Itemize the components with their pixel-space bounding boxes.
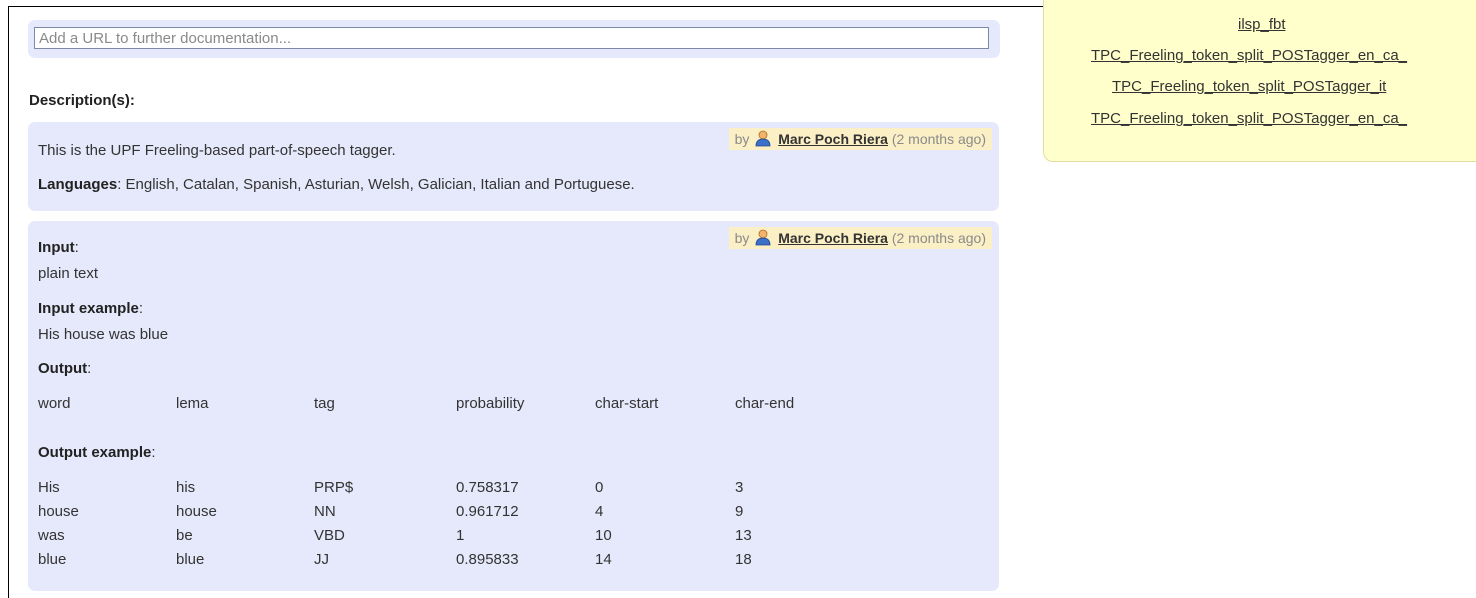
column-header: char-end [735,395,795,412]
column-header: lema [176,395,209,412]
table-cell: His [38,479,60,496]
table-cell: 10 [595,527,612,544]
descriptions-heading: Description(s): [29,92,135,109]
table-cell: 0.758317 [456,479,519,496]
documentation-url-input[interactable] [34,27,989,49]
table-cell: 9 [735,503,744,520]
column-header: word [38,395,71,412]
table-cell: 0.895833 [456,551,519,568]
user-icon [754,129,772,147]
by-prefix: by [734,230,750,246]
description-panel: by Marc Poch Riera (2 months ago) Input:… [28,221,999,591]
column-header: probability [456,395,525,412]
author-link[interactable]: Marc Poch Riera [778,131,888,147]
input-example-label: Input example [38,300,139,317]
input-example-value: His house was blue [38,326,169,343]
table-cell: blue [38,551,67,568]
table-cell: 3 [735,479,744,496]
description-text: This is the UPF Freeling-based part-of-s… [38,142,396,159]
output-example-label: Output example [38,444,152,461]
description-panel: by Marc Poch Riera (2 months ago) This i… [28,122,999,211]
related-service-link[interactable]: TPC_Freeling_token_split_POSTagger_en_ca… [1091,47,1407,64]
table-cell: 0.961712 [456,503,519,520]
author-byline: by Marc Poch Riera (2 months ago) [728,227,992,249]
url-field-container [28,20,1000,58]
table-cell: PRP$ [314,479,354,496]
table-cell: be [176,527,193,544]
table-cell: 1 [456,527,465,544]
table-cell: 4 [595,503,604,520]
output-example-label-line: Output example: [38,444,156,461]
user-icon [754,228,772,246]
languages-label: Languages [38,176,118,193]
related-service-link[interactable]: TPC_Freeling_token_split_POSTagger_it [1112,78,1386,95]
table-cell: 0 [595,479,604,496]
column-header: char-start [595,395,659,412]
table-cell: 18 [735,551,752,568]
input-value: plain text [38,265,99,282]
by-prefix: by [734,131,750,147]
languages-value: : English, Catalan, Spanish, Asturian, W… [117,176,635,193]
table-cell: was [38,527,65,544]
output-label-line: Output: [38,360,92,377]
input-label: Input [38,239,75,256]
input-example-label-line: Input example: [38,300,144,317]
input-label-line: Input: [38,239,79,256]
related-services-sidebar: ilsp_fbt TPC_Freeling_token_split_POSTag… [1043,0,1476,162]
table-cell: 14 [595,551,612,568]
table-cell: NN [314,503,336,520]
languages-line: Languages: English, Catalan, Spanish, As… [38,176,635,193]
table-cell: VBD [314,527,345,544]
column-header: tag [314,395,335,412]
table-cell: 13 [735,527,752,544]
table-cell: house [176,503,217,520]
table-cell: blue [176,551,205,568]
timestamp: (2 months ago) [891,230,986,246]
table-cell: his [176,479,196,496]
related-service-link[interactable]: ilsp_fbt [1238,16,1286,33]
timestamp: (2 months ago) [891,131,986,147]
author-byline: by Marc Poch Riera (2 months ago) [728,128,992,150]
related-service-link[interactable]: TPC_Freeling_token_split_POSTagger_en_ca… [1091,110,1407,127]
output-label: Output [38,360,88,377]
author-link[interactable]: Marc Poch Riera [778,230,888,246]
table-cell: house [38,503,79,520]
table-cell: JJ [314,551,329,568]
